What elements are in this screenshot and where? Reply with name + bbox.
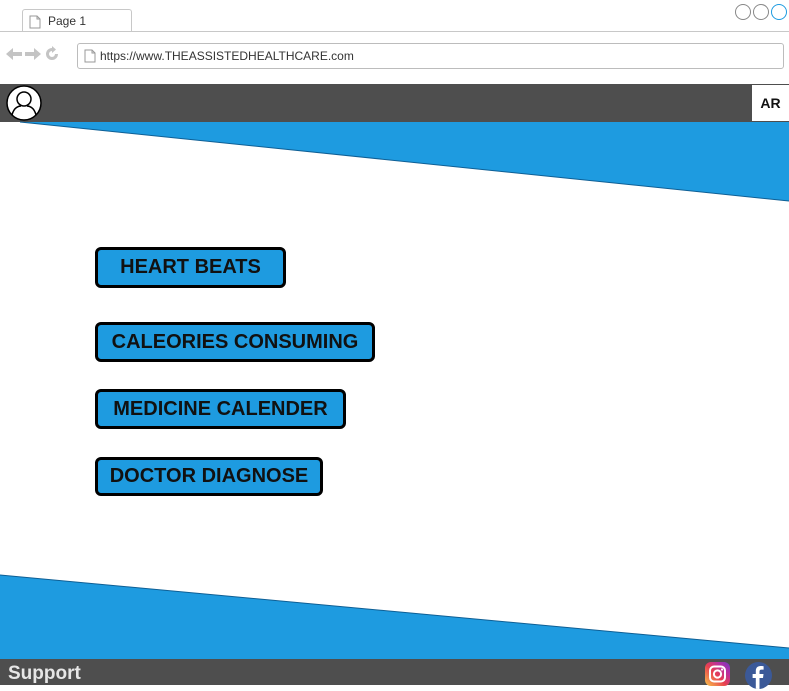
back-arrow-icon[interactable] <box>6 48 22 60</box>
tab-label: Page 1 <box>48 14 87 28</box>
page-icon <box>84 49 96 63</box>
support-link[interactable]: Support <box>8 663 81 685</box>
browser-chrome: Page 1 https://www.THEASSISTEDHEALTHCARE… <box>0 0 789 84</box>
forward-arrow-icon[interactable] <box>25 48 41 60</box>
page-icon <box>29 15 41 29</box>
address-bar[interactable]: https://www.THEASSISTEDHEALTHCARE.com <box>77 43 784 69</box>
tab-divider <box>0 31 789 32</box>
calories-consuming-button[interactable]: CALEORIES CONSUMING <box>95 322 375 362</box>
url-text: https://www.THEASSISTEDHEALTHCARE.com <box>100 49 354 63</box>
window-control-circle[interactable] <box>771 4 787 20</box>
window-controls <box>733 4 787 20</box>
language-button[interactable]: AR <box>752 85 789 121</box>
doctor-diagnose-button[interactable]: DOCTOR DIAGNOSE <box>95 457 323 496</box>
heart-beats-button[interactable]: HEART BEATS <box>95 247 286 288</box>
reload-icon[interactable] <box>44 46 60 62</box>
medicine-calendar-button[interactable]: MEDICINE CALENDER <box>95 389 346 429</box>
user-avatar-icon[interactable] <box>6 85 42 121</box>
app-header <box>0 84 789 122</box>
window-control-circle[interactable] <box>735 4 751 20</box>
browser-tab[interactable]: Page 1 <box>22 9 132 32</box>
footer-bar <box>0 659 789 685</box>
instagram-icon[interactable] <box>705 662 730 686</box>
window-control-circle[interactable] <box>753 4 769 20</box>
browser-nav <box>6 46 60 62</box>
